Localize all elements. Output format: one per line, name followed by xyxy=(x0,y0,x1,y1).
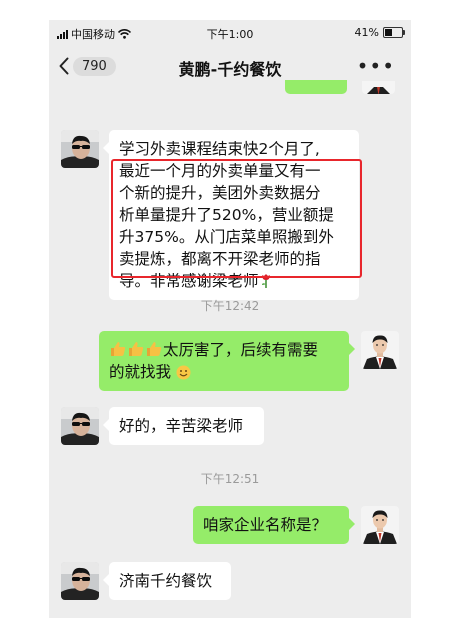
battery-icon xyxy=(383,27,405,38)
thumbs-up-emoji-icon xyxy=(129,342,144,356)
chat-screen: 中国移动 下午1:00 41% 790 黄鹏-千约餐饮 ••• 学习外卖课程结束… xyxy=(49,20,411,618)
chat-header: 790 黄鹏-千约餐饮 ••• xyxy=(49,46,411,86)
message-line: 的就找我 xyxy=(109,361,339,383)
status-bar: 中国移动 下午1:00 41% xyxy=(49,20,411,46)
message-line-text: 的就找我 xyxy=(109,363,172,381)
message-text: 咱家企业名称是？ xyxy=(203,516,328,534)
highlight-box xyxy=(111,159,362,278)
previous-sender-avatar xyxy=(362,80,395,94)
battery-fill xyxy=(385,29,392,36)
my-avatar[interactable] xyxy=(361,331,399,369)
thumbs-up-emoji-icon xyxy=(147,342,162,356)
message-text: 好的，辛苦梁老师 xyxy=(119,417,244,435)
received-message[interactable]: 济南千约餐饮 xyxy=(103,562,231,600)
thumbs-up-emoji-icon xyxy=(111,342,126,356)
sent-message[interactable]: 太厉害了，后续有需要 的就找我 xyxy=(99,331,355,391)
received-message[interactable]: 好的，辛苦梁老师 xyxy=(103,407,264,445)
message-timestamp: 下午12:51 xyxy=(200,472,260,486)
smile-emoji-icon xyxy=(176,365,191,380)
battery-percent: 41% xyxy=(354,26,379,39)
contact-avatar[interactable] xyxy=(61,562,99,600)
contact-avatar[interactable] xyxy=(61,130,99,168)
my-avatar[interactable] xyxy=(361,506,399,544)
contact-avatar[interactable] xyxy=(61,407,99,445)
message-list[interactable]: 学习外卖课程结束快2个月了, 最近一个月的外卖单量又有一 个新的提升，美团外卖数… xyxy=(49,80,411,618)
message-timestamp: 下午12:42 xyxy=(200,299,260,313)
battery-group: 41% xyxy=(354,26,405,39)
message-line: 学习外卖课程结束快2个月了, xyxy=(119,140,320,158)
message-line-text: 太厉害了，后续有需要 xyxy=(163,341,319,359)
more-options-button[interactable]: ••• xyxy=(357,54,395,78)
message-line: 太厉害了，后续有需要 xyxy=(109,339,339,361)
message-text: 济南千约餐饮 xyxy=(119,572,213,590)
previous-sent-bubble xyxy=(285,80,347,94)
sent-message[interactable]: 咱家企业名称是？ xyxy=(193,506,355,544)
